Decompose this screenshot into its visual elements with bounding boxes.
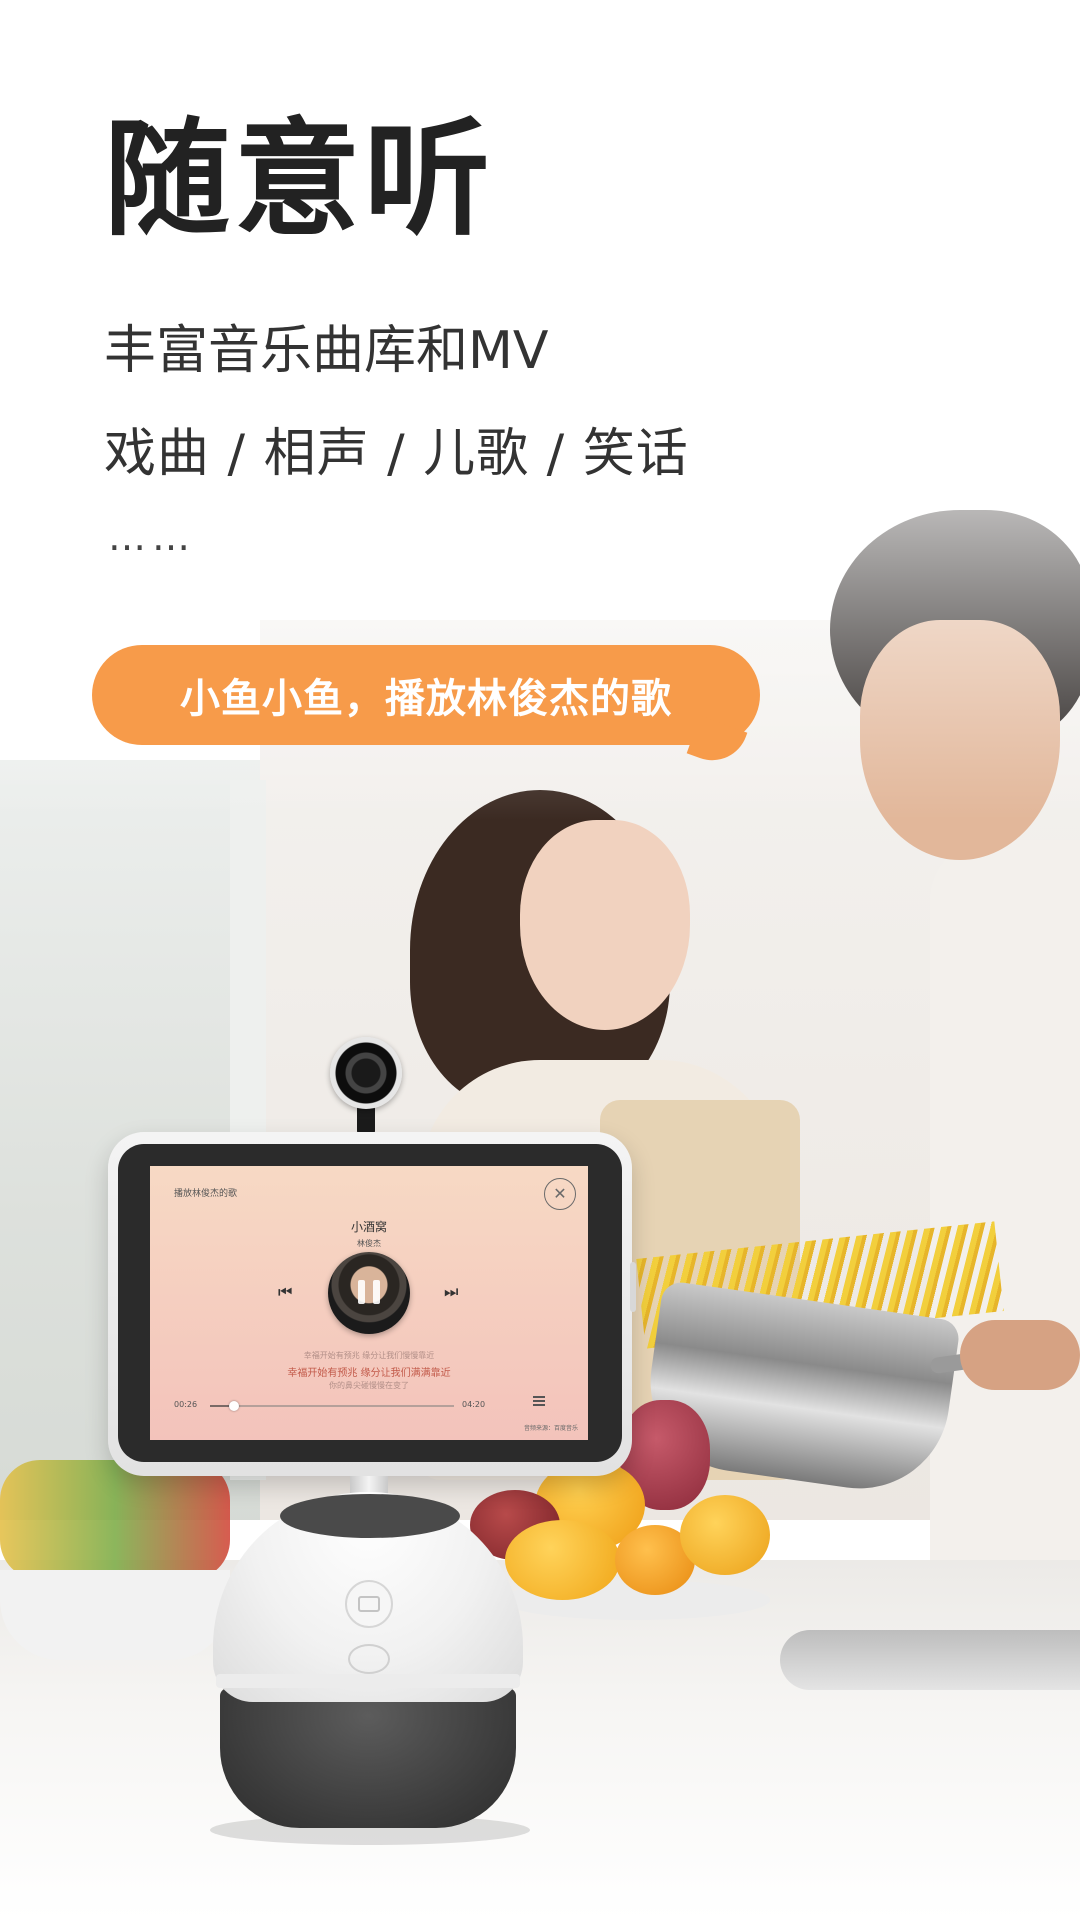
base-band: [216, 1674, 520, 1688]
background-kitchen-scene: [0, 0, 1080, 1920]
subtitle-music-library: 丰富音乐曲库和MV: [104, 321, 549, 381]
fruit-bowl-contents: [0, 1460, 230, 1580]
close-icon[interactable]: ✕: [544, 1178, 576, 1210]
voice-command-bubble: 小鱼小鱼，播放林俊杰的歌: [92, 645, 760, 771]
camera-off-button[interactable]: [345, 1580, 393, 1628]
camera-neck: [357, 1105, 375, 1135]
total-time: 04:20: [462, 1400, 486, 1409]
sink: [780, 1630, 1080, 1690]
lyric-current: 幸福开始有预兆 缘分让我们满满靠近: [287, 1368, 451, 1379]
artist-name: 林俊杰: [357, 1239, 381, 1248]
current-time: 00:26: [174, 1400, 198, 1409]
subtitle-content-types: 戏曲 / 相声 / 儿歌 / 笑话: [104, 424, 689, 484]
orange: [505, 1520, 620, 1600]
fish-logo-icon: [348, 1644, 390, 1674]
music-player-screen: 播放林俊杰的歌 ✕ 小酒窝 林俊杰 ⏮ ⏭ 幸福开始有预兆 缘分让我们慢慢靠近 …: [150, 1166, 588, 1440]
lyric-previous: 幸福开始有预兆 缘分让我们慢慢靠近: [303, 1351, 435, 1360]
playlist-icon[interactable]: [533, 1396, 545, 1406]
lyric-next: 你的鼻尖碰慢慢在变了: [329, 1381, 409, 1390]
side-button[interactable]: [630, 1262, 636, 1312]
fruit-bowl: [0, 1570, 230, 1660]
camera-icon: [330, 1037, 402, 1109]
audio-source: 音频来源：百度音乐: [523, 1425, 578, 1432]
ellipsis: ……: [108, 515, 196, 559]
song-title: 小酒窝: [350, 1220, 387, 1234]
voice-command-text: 小鱼小鱼，播放林俊杰的歌: [180, 676, 672, 722]
album-cover[interactable]: [328, 1252, 410, 1334]
orange: [680, 1495, 770, 1575]
progress-slider[interactable]: [210, 1401, 454, 1411]
pause-icon[interactable]: [358, 1280, 380, 1304]
camera-off-icon: [358, 1596, 380, 1612]
base-top-ring: [280, 1494, 460, 1538]
page-title: 随意听: [104, 106, 494, 253]
next-track-icon[interactable]: ⏭: [444, 1284, 458, 1300]
screen-heading: 播放林俊杰的歌: [174, 1189, 238, 1199]
progress-knob[interactable]: [229, 1401, 240, 1411]
speaker-grille: [220, 1688, 516, 1828]
previous-track-icon[interactable]: ⏮: [278, 1284, 292, 1300]
device-display: 播放林俊杰的歌 ✕ 小酒窝 林俊杰 ⏮ ⏭ 幸福开始有预兆 缘分让我们慢慢靠近 …: [108, 1132, 636, 1476]
man-arm: [960, 1320, 1080, 1390]
woman-face: [520, 820, 690, 1030]
